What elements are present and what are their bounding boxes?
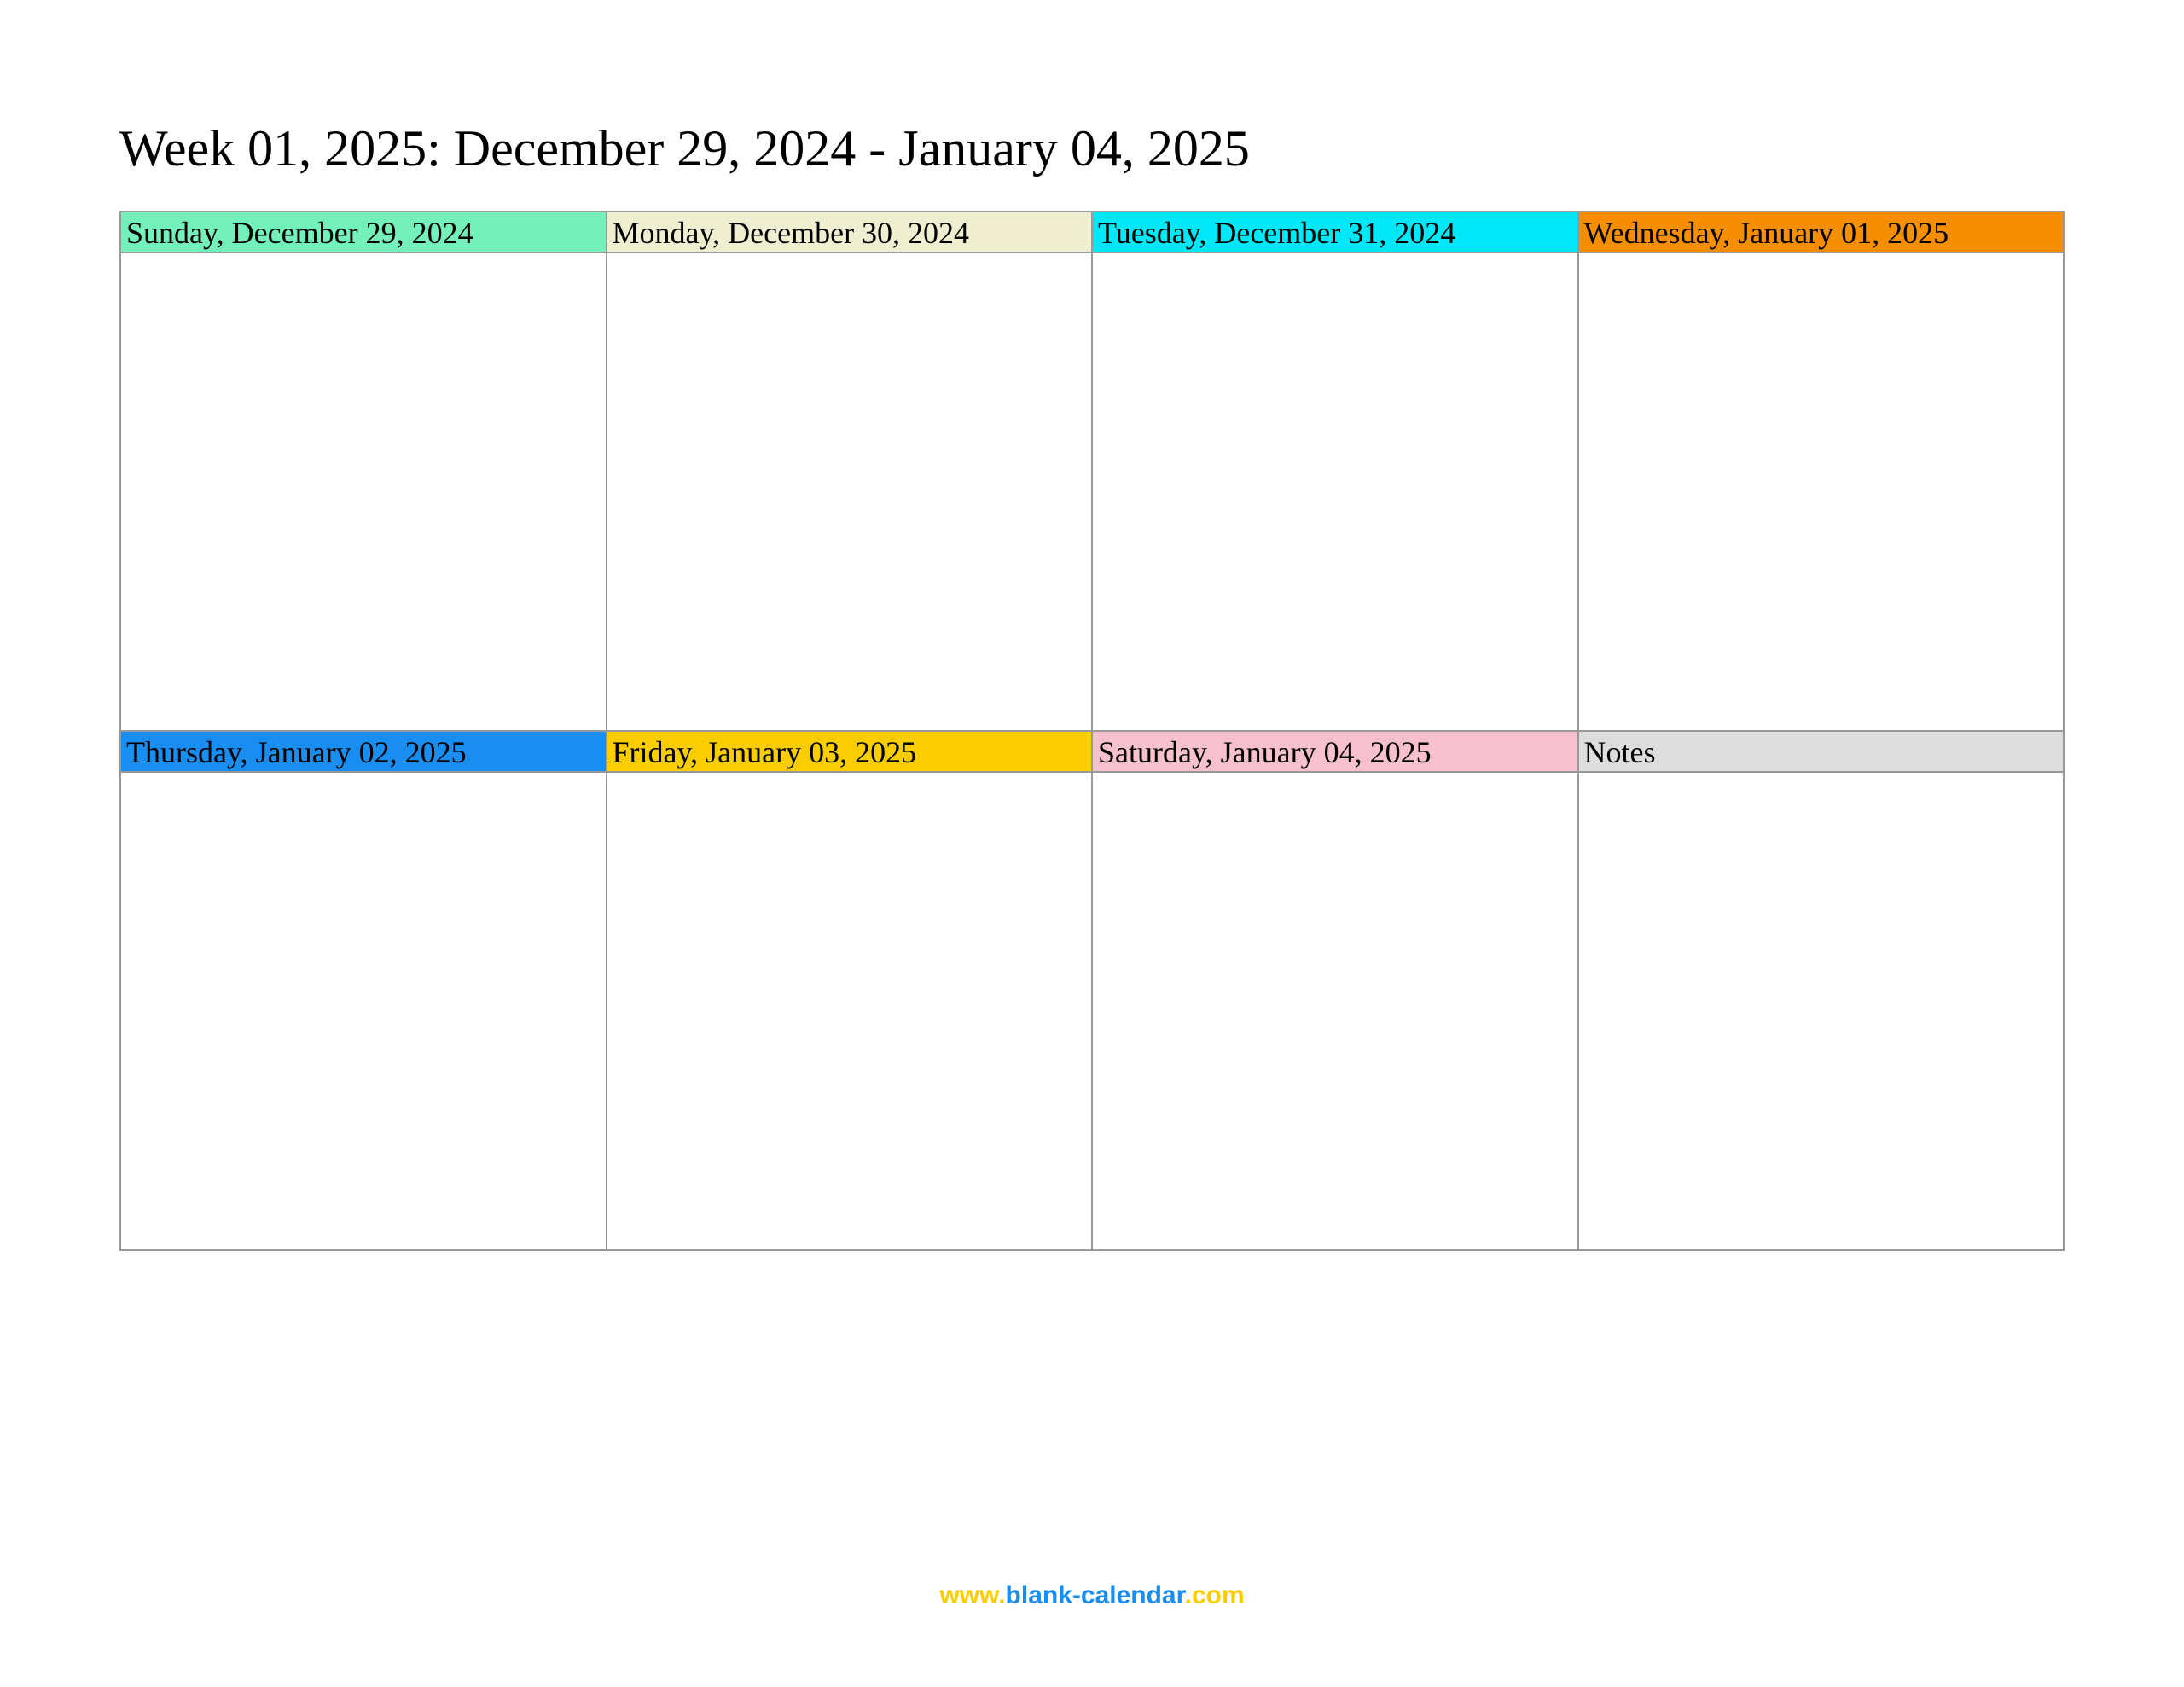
footer-domain: blank-calendar: [1006, 1581, 1185, 1609]
footer-link[interactable]: www.blank-calendar.com: [0, 1581, 2184, 1610]
notes-header: Notes: [1579, 732, 2065, 773]
day-header-saturday: Saturday, January 04, 2025: [1093, 732, 1579, 773]
page-title: Week 01, 2025: December 29, 2024 - Janua…: [119, 119, 2065, 178]
day-cell-friday[interactable]: [607, 773, 1094, 1251]
day-cell-tuesday[interactable]: [1093, 253, 1579, 732]
day-cell-monday[interactable]: [607, 253, 1094, 732]
footer-www: www.: [939, 1581, 1005, 1609]
day-cell-wednesday[interactable]: [1579, 253, 2065, 732]
day-cell-saturday[interactable]: [1093, 773, 1579, 1251]
day-header-thursday: Thursday, January 02, 2025: [121, 732, 607, 773]
footer-com: .com: [1185, 1581, 1245, 1609]
day-header-friday: Friday, January 03, 2025: [607, 732, 1094, 773]
day-cell-thursday[interactable]: [121, 773, 607, 1251]
day-cell-sunday[interactable]: [121, 253, 607, 732]
weekly-calendar-grid: Sunday, December 29, 2024 Monday, Decemb…: [119, 211, 2065, 1251]
day-header-wednesday: Wednesday, January 01, 2025: [1579, 212, 2065, 253]
day-header-sunday: Sunday, December 29, 2024: [121, 212, 607, 253]
day-header-monday: Monday, December 30, 2024: [607, 212, 1094, 253]
notes-cell[interactable]: [1579, 773, 2065, 1251]
day-header-tuesday: Tuesday, December 31, 2024: [1093, 212, 1579, 253]
